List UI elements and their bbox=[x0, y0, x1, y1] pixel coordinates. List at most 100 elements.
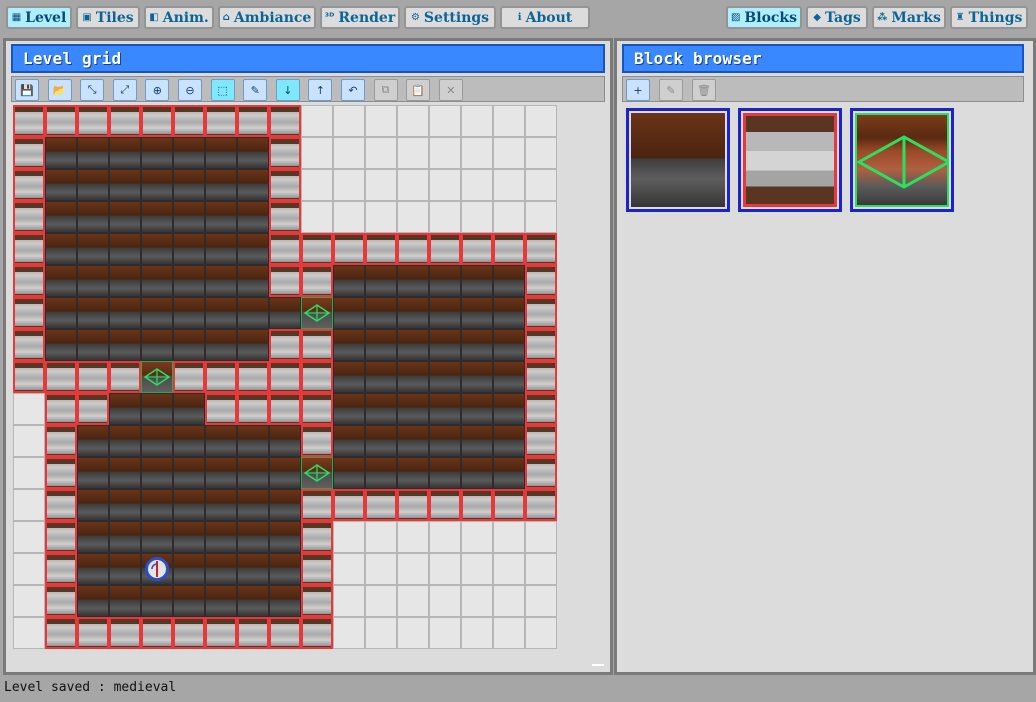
grid-cell-wall[interactable] bbox=[141, 105, 173, 137]
grid-cell-empty[interactable] bbox=[397, 201, 429, 233]
grid-cell-floor[interactable] bbox=[205, 521, 237, 553]
grid-cell-floor[interactable] bbox=[493, 329, 525, 361]
grid-cell-floor[interactable] bbox=[109, 329, 141, 361]
grid-cell-wall[interactable] bbox=[301, 425, 333, 457]
grid-cell-floor[interactable] bbox=[269, 457, 301, 489]
grid-cell-empty[interactable] bbox=[365, 169, 397, 201]
grid-cell-floor[interactable] bbox=[141, 329, 173, 361]
grid-cell-wall[interactable] bbox=[461, 233, 493, 265]
grid-cell-floor[interactable] bbox=[461, 361, 493, 393]
grid-cell-floor[interactable] bbox=[77, 233, 109, 265]
grid-cell-empty[interactable] bbox=[365, 617, 397, 649]
grid-cell-floor[interactable] bbox=[45, 265, 77, 297]
grid-cell-wall[interactable] bbox=[45, 361, 77, 393]
grid-cell-floor[interactable] bbox=[141, 521, 173, 553]
grid-cell-floor[interactable] bbox=[237, 169, 269, 201]
grid-cell-floor[interactable] bbox=[269, 297, 301, 329]
grid-cell-floor[interactable] bbox=[365, 297, 397, 329]
grid-cell-wall[interactable] bbox=[205, 361, 237, 393]
grid-cell-floor[interactable] bbox=[109, 457, 141, 489]
grid-cell-wall[interactable] bbox=[173, 361, 205, 393]
level-pencil-button[interactable]: ✎ bbox=[243, 79, 268, 101]
level-grid[interactable] bbox=[13, 105, 557, 649]
grid-cell-floor[interactable] bbox=[429, 361, 461, 393]
grid-cell-wall[interactable] bbox=[45, 393, 77, 425]
grid-cell-floor[interactable] bbox=[173, 201, 205, 233]
menu-render-button[interactable]: ³ᴰ Render bbox=[320, 6, 400, 29]
grid-cell-floor[interactable] bbox=[237, 297, 269, 329]
grid-cell-wall[interactable] bbox=[109, 361, 141, 393]
grid-cell-wall[interactable] bbox=[77, 361, 109, 393]
grid-cell-wall[interactable] bbox=[45, 489, 77, 521]
grid-cell-wall[interactable] bbox=[173, 617, 205, 649]
grid-cell-floor[interactable] bbox=[109, 169, 141, 201]
grid-cell-floor[interactable] bbox=[493, 425, 525, 457]
grid-cell-floor[interactable] bbox=[173, 137, 205, 169]
grid-cell-empty[interactable] bbox=[493, 585, 525, 617]
grid-cell-floor[interactable] bbox=[205, 233, 237, 265]
grid-cell-floor[interactable] bbox=[141, 393, 173, 425]
menu-ambiance-button[interactable]: ⌂ Ambiance bbox=[218, 6, 316, 29]
grid-cell-wall[interactable] bbox=[429, 489, 461, 521]
grid-cell-floor[interactable] bbox=[269, 585, 301, 617]
grid-cell-trigger[interactable] bbox=[301, 457, 333, 489]
grid-cell-floor[interactable] bbox=[365, 361, 397, 393]
level-shrink-button[interactable]: ⤡ bbox=[80, 79, 105, 101]
grid-cell-floor[interactable] bbox=[493, 297, 525, 329]
grid-cell-empty[interactable] bbox=[333, 105, 365, 137]
grid-cell-floor[interactable] bbox=[333, 457, 365, 489]
level-close-button[interactable]: ✕ bbox=[438, 79, 463, 101]
grid-cell-empty[interactable] bbox=[301, 137, 333, 169]
grid-cell-floor[interactable] bbox=[205, 553, 237, 585]
grid-cell-wall[interactable] bbox=[109, 105, 141, 137]
grid-cell-floor[interactable] bbox=[397, 361, 429, 393]
grid-cell-floor[interactable] bbox=[141, 297, 173, 329]
grid-cell-floor[interactable] bbox=[237, 457, 269, 489]
menu-things-button[interactable]: ♜ Things bbox=[950, 6, 1028, 29]
grid-cell-floor[interactable] bbox=[237, 137, 269, 169]
grid-cell-wall[interactable] bbox=[13, 297, 45, 329]
grid-cell-floor[interactable] bbox=[397, 265, 429, 297]
grid-cell-floor[interactable] bbox=[365, 457, 397, 489]
grid-cell-trigger[interactable] bbox=[301, 297, 333, 329]
grid-cell-floor[interactable] bbox=[333, 329, 365, 361]
grid-cell-floor[interactable] bbox=[45, 201, 77, 233]
grid-cell-empty[interactable] bbox=[461, 617, 493, 649]
block-trash-button[interactable]: 🗑 bbox=[692, 79, 716, 101]
grid-cell-empty[interactable] bbox=[525, 617, 557, 649]
grid-cell-wall[interactable] bbox=[13, 105, 45, 137]
menu-marks-button[interactable]: ⁂ Marks bbox=[872, 6, 946, 29]
grid-cell-empty[interactable] bbox=[365, 521, 397, 553]
grid-cell-floor[interactable] bbox=[205, 585, 237, 617]
grid-cell-empty[interactable] bbox=[493, 521, 525, 553]
grid-cell-empty[interactable] bbox=[525, 585, 557, 617]
grid-cell-floor[interactable] bbox=[269, 521, 301, 553]
grid-cell-wall[interactable] bbox=[269, 233, 301, 265]
grid-cell-empty[interactable] bbox=[13, 457, 45, 489]
menu-tiles-button[interactable]: ▣ Tiles bbox=[76, 6, 140, 29]
grid-cell-empty[interactable] bbox=[365, 585, 397, 617]
grid-cell-floor[interactable] bbox=[77, 521, 109, 553]
level-select-button[interactable]: ⬚ bbox=[210, 79, 235, 101]
level-arrow-up-button[interactable]: ↑ bbox=[308, 79, 333, 101]
menu-settings-button[interactable]: ⚙ Settings bbox=[404, 6, 496, 29]
grid-cell-floor[interactable] bbox=[109, 425, 141, 457]
grid-cell-floor[interactable] bbox=[429, 457, 461, 489]
grid-cell-floor[interactable] bbox=[429, 329, 461, 361]
grid-cell-floor[interactable] bbox=[109, 297, 141, 329]
grid-cell-floor[interactable] bbox=[205, 329, 237, 361]
resize-handle[interactable] bbox=[592, 664, 604, 666]
grid-cell-floor[interactable] bbox=[173, 585, 205, 617]
grid-cell-floor[interactable] bbox=[237, 233, 269, 265]
grid-cell-wall[interactable] bbox=[269, 169, 301, 201]
grid-cell-floor[interactable] bbox=[141, 201, 173, 233]
grid-cell-floor[interactable] bbox=[205, 137, 237, 169]
grid-cell-empty[interactable] bbox=[13, 489, 45, 521]
grid-cell-floor[interactable] bbox=[141, 265, 173, 297]
grid-cell-floor[interactable] bbox=[365, 425, 397, 457]
grid-cell-empty[interactable] bbox=[429, 169, 461, 201]
grid-cell-floor[interactable] bbox=[333, 425, 365, 457]
grid-cell-floor[interactable] bbox=[397, 297, 429, 329]
grid-cell-floor[interactable] bbox=[109, 137, 141, 169]
grid-cell-empty[interactable] bbox=[461, 169, 493, 201]
